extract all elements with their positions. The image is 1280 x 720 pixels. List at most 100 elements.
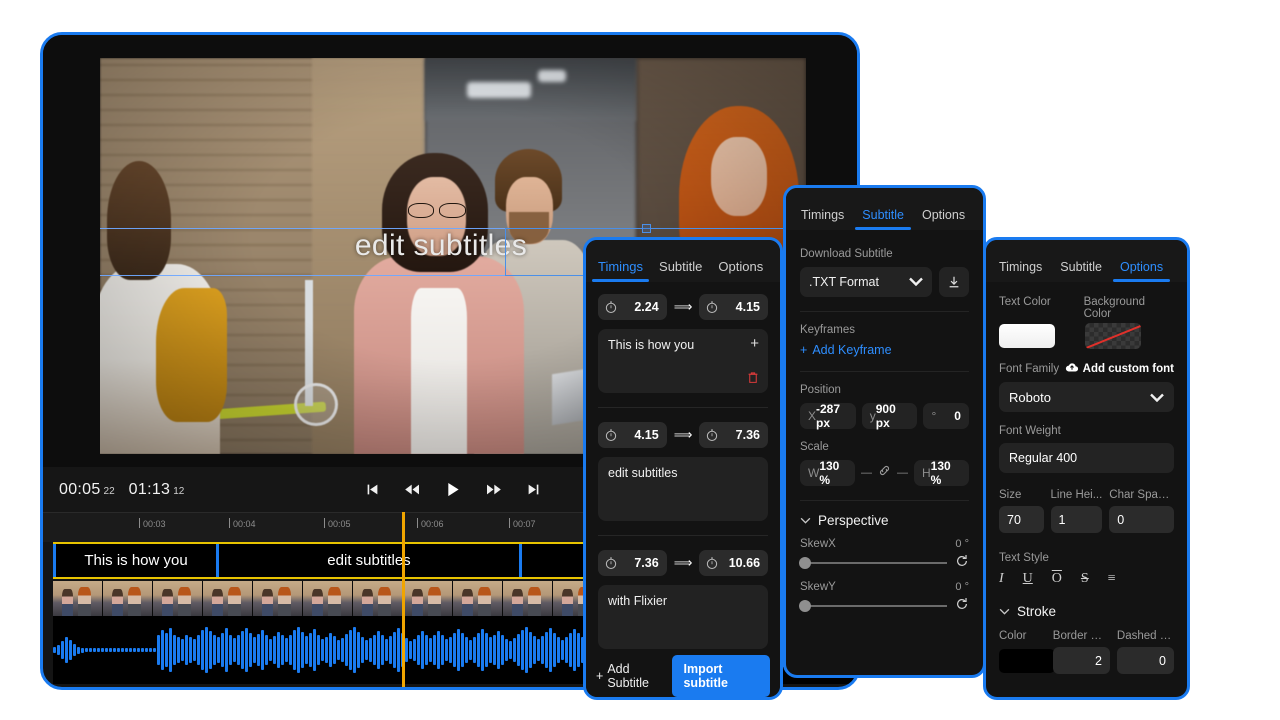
tab-options[interactable]: Options: [710, 260, 771, 282]
waveform-bar: [561, 640, 564, 660]
reset-skewx-icon[interactable]: [955, 554, 969, 571]
tab-timings[interactable]: Timings: [792, 209, 853, 231]
scale-width-field[interactable]: W 130 %: [800, 460, 855, 486]
filmstrip-thumbnail: [153, 581, 203, 616]
tab-subtitle[interactable]: Subtitle: [853, 209, 913, 231]
waveform-bar: [405, 638, 408, 662]
waveform-bar: [377, 631, 380, 669]
section-divider: [800, 500, 969, 501]
import-subtitle-button[interactable]: Import subtitle: [672, 655, 770, 697]
waveform-bar: [117, 648, 120, 652]
entry-text-input[interactable]: edit subtitles: [598, 457, 768, 521]
timings-entry-list: 2.24 ⟹ 4.15 This is how you +: [586, 282, 780, 649]
entry-divider: [598, 535, 768, 536]
entry-start-time[interactable]: 7.36: [598, 550, 667, 576]
font-weight-label: Font Weight: [999, 425, 1174, 437]
line-height-input[interactable]: 1: [1051, 506, 1103, 533]
stroke-section-toggle[interactable]: Stroke: [999, 604, 1174, 619]
text-color-swatch[interactable]: [999, 324, 1055, 348]
entry-time-row: 2.24 ⟹ 4.15: [598, 294, 768, 320]
filmstrip-thumbnail: [453, 581, 503, 616]
align-icon[interactable]: ≡: [1108, 571, 1116, 587]
waveform-bar: [313, 629, 316, 671]
waveform-bar: [201, 630, 204, 670]
waveform-bar: [137, 648, 140, 652]
skewx-slider[interactable]: [800, 562, 947, 564]
waveform-bar: [429, 638, 432, 662]
subtitle-clip[interactable]: This is how you: [53, 544, 219, 577]
waveform-bar: [153, 648, 156, 652]
add-subtitle-button[interactable]: + Add Subtitle: [596, 662, 664, 690]
waveform-bar: [569, 633, 572, 667]
border-width-input[interactable]: 2: [1053, 647, 1110, 674]
entry-text-input[interactable]: This is how you +: [598, 329, 768, 393]
waveform-bar: [97, 648, 100, 652]
tab-timings[interactable]: Timings: [990, 261, 1051, 283]
timeline-playhead[interactable]: [402, 512, 405, 690]
skip-to-start-button[interactable]: [366, 482, 379, 497]
play-button[interactable]: [446, 482, 460, 497]
skip-to-end-button[interactable]: [527, 482, 540, 497]
waveform-bar: [397, 628, 400, 672]
waveform-bar: [381, 635, 384, 665]
char-spacing-input[interactable]: 0: [1109, 506, 1174, 533]
link-chain-icon[interactable]: [878, 464, 891, 482]
arrow-right-icon: ⟹: [674, 299, 693, 315]
chevron-down-icon: [800, 515, 811, 527]
fast-forward-button[interactable]: [486, 482, 501, 497]
rotation-field[interactable]: ° 0: [923, 403, 969, 429]
subtitle-format-select[interactable]: .TXT Format: [800, 267, 932, 297]
stroke-color-swatch[interactable]: [999, 649, 1055, 673]
subtitle-entry: 2.24 ⟹ 4.15 This is how you +: [598, 294, 768, 393]
reset-skewy-icon[interactable]: [955, 597, 969, 614]
entry-start-time[interactable]: 4.15: [598, 422, 667, 448]
waveform-bar: [349, 630, 352, 670]
waveform-bar: [221, 633, 224, 667]
entry-end-time[interactable]: 4.15: [699, 294, 768, 320]
skewy-value: 0 °: [955, 581, 969, 593]
waveform-bar: [457, 629, 460, 671]
tab-timings[interactable]: Timings: [590, 260, 651, 282]
selection-handle-top[interactable]: [642, 224, 651, 233]
underline-icon[interactable]: U: [1023, 571, 1033, 587]
waveform-bar: [317, 635, 320, 665]
scale-height-field[interactable]: H 130 %: [914, 460, 969, 486]
font-family-select[interactable]: Roboto: [999, 382, 1174, 412]
overline-icon[interactable]: O: [1052, 571, 1062, 587]
tab-options[interactable]: Options: [1111, 261, 1172, 283]
delete-icon[interactable]: [747, 371, 759, 387]
waveform-bar: [237, 635, 240, 665]
entry-start-value: 2.24: [634, 300, 658, 314]
add-custom-font-button[interactable]: Add custom font: [1065, 362, 1174, 376]
rewind-button[interactable]: [405, 482, 420, 497]
skewx-slider-knob[interactable]: [799, 557, 811, 569]
entry-end-time[interactable]: 10.66: [699, 550, 768, 576]
tab-subtitle[interactable]: Subtitle: [651, 260, 710, 282]
waveform-bar: [409, 641, 412, 659]
skewy-label: SkewY: [800, 581, 836, 593]
skewy-slider[interactable]: [800, 605, 947, 607]
size-input[interactable]: 70: [999, 506, 1044, 533]
waveform-bar: [557, 637, 560, 663]
waveform-bar: [229, 635, 232, 665]
tab-subtitle[interactable]: Subtitle: [1051, 261, 1111, 283]
entry-start-time[interactable]: 2.24: [598, 294, 667, 320]
add-line-icon[interactable]: +: [750, 336, 759, 351]
entry-end-time[interactable]: 7.36: [699, 422, 768, 448]
perspective-section-toggle[interactable]: Perspective: [800, 513, 969, 528]
strikethrough-icon[interactable]: S: [1081, 571, 1089, 587]
add-keyframe-button[interactable]: + Add Keyframe: [800, 343, 969, 357]
waveform-bar: [285, 638, 288, 662]
position-x-field[interactable]: X -287 px: [800, 403, 856, 429]
skewy-slider-knob[interactable]: [799, 600, 811, 612]
entry-text-input[interactable]: with Flixier: [598, 585, 768, 649]
background-color-swatch[interactable]: [1085, 323, 1141, 349]
position-y-field[interactable]: y 900 px: [862, 403, 918, 429]
entry-end-value: 4.15: [736, 300, 760, 314]
italic-icon[interactable]: I: [999, 571, 1004, 587]
subtitle-clip[interactable]: edit subtitles: [219, 544, 522, 577]
dashed-line-input[interactable]: 0: [1117, 647, 1174, 674]
tab-options[interactable]: Options: [913, 209, 974, 231]
download-button[interactable]: [939, 267, 969, 297]
font-weight-input[interactable]: Regular 400: [999, 443, 1174, 473]
